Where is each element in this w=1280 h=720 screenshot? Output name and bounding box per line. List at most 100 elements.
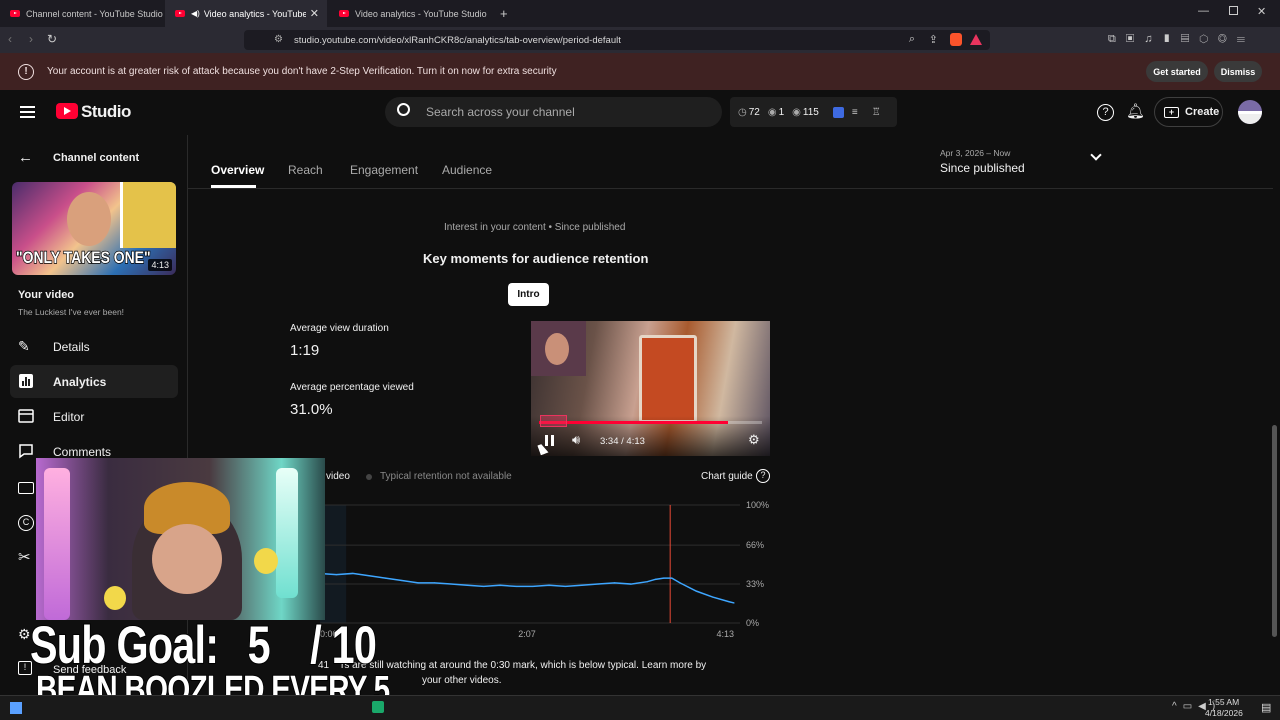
- studio-logo-text[interactable]: Studio: [81, 102, 131, 122]
- retention-point: [654, 578, 657, 580]
- copyright-icon[interactable]: C: [18, 515, 34, 531]
- stat-subs: 115: [802, 106, 819, 118]
- sidebar-item-analytics[interactable]: Analytics: [10, 365, 178, 398]
- tabs-divider: [188, 188, 1273, 189]
- retention-point: [483, 585, 485, 588]
- youtube-logo-icon[interactable]: [56, 103, 78, 119]
- editor-icon: [18, 408, 34, 424]
- intro-chip[interactable]: Intro: [508, 283, 549, 306]
- retention-point: [613, 582, 616, 584]
- y-tick-label: 0%: [746, 618, 759, 628]
- retention-point: [630, 583, 632, 585]
- retention-point: [335, 574, 337, 576]
- help-circle-icon[interactable]: ?: [756, 469, 770, 483]
- back-to-channel-content[interactable]: Channel content: [53, 152, 139, 164]
- retention-point: [352, 572, 354, 575]
- brave-rewards-icon[interactable]: [970, 34, 982, 45]
- list-icon[interactable]: ≡: [852, 107, 858, 118]
- retention-point: [581, 584, 583, 586]
- thumbnail-duration: 4:13: [148, 259, 172, 271]
- notifications-bell-icon[interactable]: 🔔︎: [1126, 102, 1145, 120]
- brave-shield-icon[interactable]: [950, 33, 962, 46]
- browser-toolbar-icons[interactable]: ⧉▣♫▮▤⬡◎☰: [1108, 33, 1255, 46]
- notification-center-icon[interactable]: ▤: [1261, 701, 1271, 714]
- extension-iq-icon[interactable]: [832, 106, 844, 118]
- settings-gear-icon[interactable]: ⚙: [18, 626, 31, 643]
- chart-guide-link[interactable]: Chart guide: [701, 471, 753, 482]
- hamburger-menu-icon[interactable]: [20, 106, 35, 118]
- retention-point: [417, 582, 419, 584]
- channel-stats-widget[interactable]: ◷ 72 ◉ 1 ◉ 115 ≡ ♖: [730, 97, 897, 127]
- player-progress-track[interactable]: [539, 421, 762, 424]
- zoom-icon[interactable]: ⌕: [909, 33, 915, 46]
- subtitles-icon[interactable]: [18, 482, 34, 494]
- retention-point: [515, 585, 517, 588]
- close-tab-icon[interactable]: ✕: [310, 7, 319, 20]
- page-scrollbar[interactable]: [1272, 425, 1277, 637]
- sub-goal-target: / 10: [309, 616, 377, 675]
- new-tab-plus-icon[interactable]: +: [500, 6, 508, 21]
- avg-percentage-value: 31.0%: [290, 401, 333, 418]
- tab-overview[interactable]: Overview: [211, 163, 264, 177]
- tab-audience[interactable]: Audience: [442, 163, 492, 177]
- create-video-icon: +: [1164, 106, 1179, 118]
- period-selector[interactable]: Apr 3, 2026 – Now Since published: [930, 145, 1110, 181]
- pikachu-plush: [104, 586, 126, 610]
- site-info-icon[interactable]: ⚙: [274, 34, 283, 45]
- url-field[interactable]: ⚙ studio.youtube.com/video/xlRanhCKR8c/a…: [244, 30, 990, 50]
- forward-arrow-icon[interactable]: ›: [29, 32, 33, 46]
- video-thumbnail[interactable]: "ONLY TAKES ONE" 4:13: [12, 182, 176, 275]
- tab-reach[interactable]: Reach: [288, 163, 323, 177]
- x-tick-label: 2:07: [518, 629, 536, 639]
- chevron-down-icon: [1090, 149, 1102, 161]
- back-arrow-icon[interactable]: ‹: [8, 32, 12, 46]
- tab-engagement[interactable]: Engagement: [350, 163, 418, 177]
- retention-point: [728, 601, 730, 603]
- player-settings-gear-icon[interactable]: ⚙: [748, 432, 760, 448]
- sidebar-item-details[interactable]: ✎ Details: [10, 330, 178, 363]
- y-tick-label: 33%: [746, 579, 764, 589]
- taskbar-app-icon[interactable]: [372, 701, 384, 713]
- volume-icon[interactable]: 🔊︎: [572, 432, 580, 448]
- retention-point: [532, 585, 534, 588]
- thumbnail-face: [67, 192, 111, 246]
- studio-header: Studio Search across your channel ◷ 72 ◉…: [0, 90, 1280, 135]
- key-moment-marker[interactable]: [540, 415, 567, 427]
- security-warning-banner: ! Your account is at greater risk of att…: [0, 53, 1280, 90]
- browser-tab-video-analytics[interactable]: Video analytics - YouTube Studio: [329, 0, 494, 27]
- retention-point: [663, 577, 665, 579]
- restore-icon[interactable]: [1229, 6, 1238, 15]
- youtube-favicon-icon: [10, 10, 20, 17]
- trophy-icon[interactable]: ♖: [872, 107, 881, 118]
- url-text: studio.youtube.com/video/xlRanhCKR8c/ana…: [294, 34, 621, 46]
- scissors-icon[interactable]: ✂: [18, 548, 31, 566]
- browser-tab-video-analytics-active[interactable]: ◀) Video analytics - YouTube Studio ✕: [165, 0, 327, 27]
- dismiss-button[interactable]: Dismiss: [1214, 61, 1262, 82]
- account-avatar[interactable]: [1238, 100, 1262, 124]
- analytics-icon: [18, 373, 34, 389]
- sub-goal-current: 5: [247, 616, 272, 675]
- search-input[interactable]: Search across your channel: [385, 97, 722, 127]
- close-window-icon[interactable]: ✕: [1257, 5, 1266, 18]
- reload-icon[interactable]: ↻: [47, 32, 57, 46]
- get-started-button[interactable]: Get started: [1146, 61, 1208, 82]
- help-icon[interactable]: ?: [1097, 104, 1114, 121]
- y-tick-label: 66%: [746, 540, 764, 550]
- tab-label: Video analytics - YouTube Studio: [355, 8, 487, 19]
- sidebar-item-editor[interactable]: Editor: [10, 400, 178, 433]
- legend-this-video: video: [326, 471, 350, 482]
- share-icon[interactable]: ⇪: [929, 33, 938, 46]
- windows-start-icon[interactable]: [10, 702, 22, 714]
- retention-point: [597, 583, 599, 585]
- retention-point: [733, 602, 735, 604]
- avg-view-duration-label: Average view duration: [290, 323, 389, 334]
- video-player[interactable]: 🔊︎ 3:34 / 4:13 ⚙: [531, 321, 770, 456]
- pikachu-plush: [254, 548, 278, 574]
- create-button[interactable]: + Create: [1154, 97, 1223, 127]
- section-title: Key moments for audience retention: [423, 251, 649, 266]
- minimize-icon[interactable]: —: [1198, 5, 1209, 17]
- tab-label: Video analytics - YouTube Studio: [203, 8, 306, 19]
- insight-line-1: rs are still watching at around the 0:30…: [341, 660, 707, 671]
- browser-tab-channel-content[interactable]: Channel content - YouTube Studio: [0, 0, 165, 27]
- back-arrow-icon[interactable]: ←: [18, 149, 33, 166]
